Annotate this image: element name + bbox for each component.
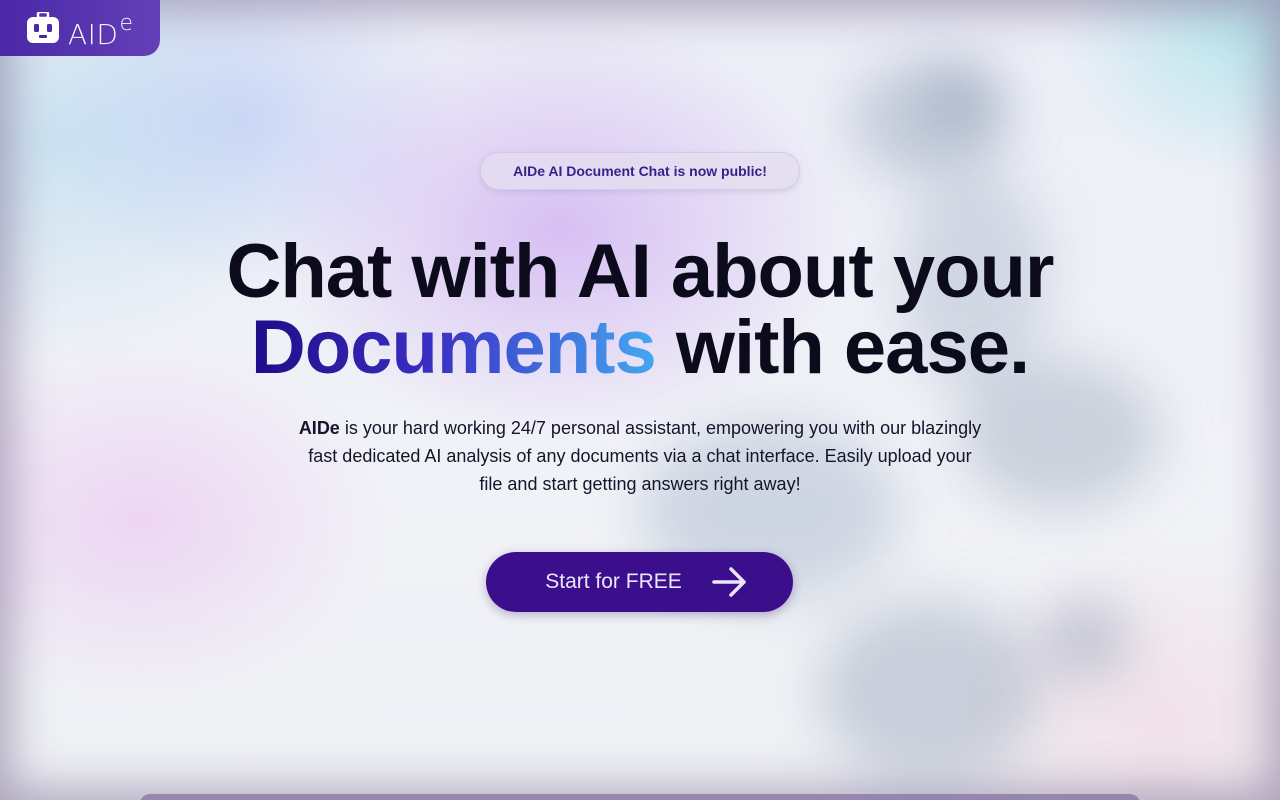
hero-title-line-2-rest: with ease. [655, 305, 1030, 390]
hero-title-highlight: Documents [250, 305, 657, 390]
background-blur-shape [1040, 600, 1130, 680]
background-blur-shape [850, 60, 1010, 180]
hero-title-line-2: Documents with ease. [0, 310, 1280, 386]
start-free-button[interactable]: Start for FREE [486, 552, 793, 612]
description-line-2: fast dedicated AI analysis of any docume… [308, 446, 972, 466]
logo-superscript: e [119, 11, 134, 36]
announcement-badge[interactable]: AIDe AI Document Chat is now public! [480, 152, 800, 190]
announcement-text: AIDe AI Document Chat is now public! [513, 163, 767, 179]
hero-title: Chat with AI about your Documents with e… [0, 234, 1280, 386]
description-line-1: is your hard working 24/7 personal assis… [339, 418, 982, 438]
start-free-label: Start for FREE [545, 570, 682, 593]
logo-wordmark: AIDe [68, 11, 134, 51]
background-blur-shape [820, 600, 1040, 780]
bottom-panel-edge [140, 794, 1140, 800]
description-brand: AIDe [298, 418, 340, 438]
hero-description: AIDe is your hard working 24/7 personal … [270, 414, 1010, 498]
logo-home-link[interactable]: AIDe [0, 0, 160, 56]
logo-text: AID [68, 18, 119, 51]
background [0, 0, 1280, 800]
hero-title-line-1: Chat with AI about your [226, 229, 1054, 314]
description-line-3: file and start getting answers right awa… [479, 474, 801, 494]
robot-icon [27, 12, 59, 43]
arrow-right-icon [712, 567, 746, 597]
background-blur-shape [930, 70, 990, 130]
